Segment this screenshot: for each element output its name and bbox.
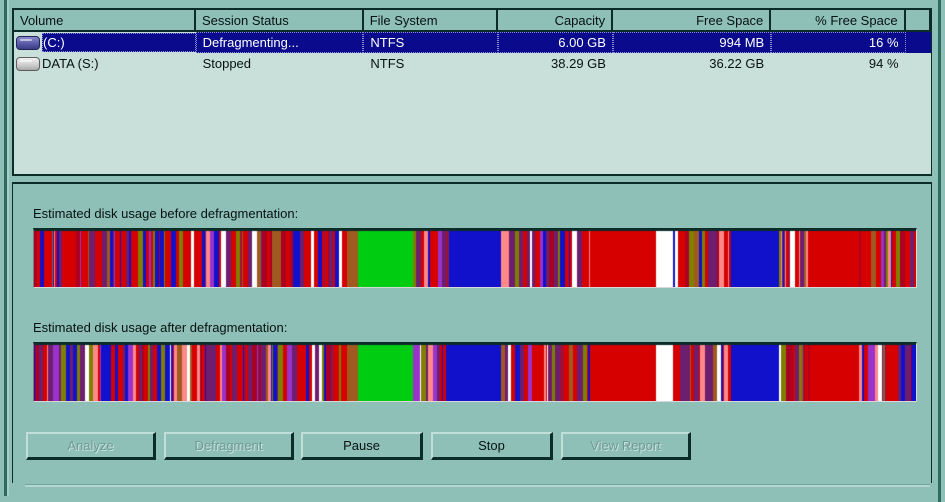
button-label: View Report (590, 438, 661, 453)
analyze-button: Analyze (26, 432, 156, 460)
column-header-label: File System (369, 12, 438, 28)
column-header-label: Capacity (554, 12, 606, 28)
cell-file-system: NTFS (370, 56, 405, 71)
button-label: Defragment (194, 438, 263, 453)
column-header-label: Session Status (202, 12, 289, 28)
volume-list-header: Volume Session Status File System Capacity F… (14, 10, 931, 32)
column-header-volume[interactable]: Volume (14, 10, 196, 30)
before-usage-label: Estimated disk usage before defragmentat… (33, 206, 299, 221)
stop-button[interactable]: Stop (431, 432, 553, 460)
cell-volume: (C:) (14, 32, 196, 53)
cell-volume-label: (C:) (42, 33, 196, 52)
volume-list-panel: Volume Session Status File System Capacity F… (12, 8, 932, 176)
before-usage-bar (33, 228, 917, 288)
after-usage-bar (33, 342, 917, 402)
column-header-label: Volume (20, 12, 64, 28)
window-left-highlight (7, 0, 9, 502)
column-header-file-system[interactable]: File System (363, 10, 498, 30)
column-header-session-status[interactable]: Session Status (196, 10, 364, 30)
hard-drive-icon-gray (16, 56, 40, 71)
cell-percent-free-space: 94 % (868, 56, 899, 71)
view-report-button: View Report (561, 432, 691, 460)
button-label: Analyze (67, 438, 114, 453)
disk-defragmenter-window: Volume Session Status File System Capacity F… (0, 0, 945, 502)
cell-percent-free-space: 16 % (771, 32, 906, 53)
defragment-button: Defragment (164, 432, 294, 460)
button-label: Pause (343, 438, 380, 453)
table-row[interactable]: (C:) Defragmenting... NTFS 6.00 GB 994 MB 16 … (14, 32, 932, 53)
cell-spacer (906, 53, 931, 74)
cell-free-space: 994 MB (612, 32, 772, 53)
volume-list-rows[interactable]: (C:) Defragmenting... NTFS 6.00 GB 994 MB 16 … (14, 32, 932, 74)
defrag-display-panel: Estimated disk usage before defragmentat… (12, 182, 932, 483)
cell-free-space: 36.22 GB (709, 56, 765, 71)
window-bottom-edge (0, 496, 945, 502)
hard-drive-icon-blue (16, 35, 40, 50)
cell-capacity: 6.00 GB (497, 32, 613, 53)
column-header-free-space[interactable]: % Free Space (771, 10, 906, 30)
cell-session-status: Defragmenting... (195, 32, 364, 53)
table-row[interactable]: DATA (S:) Stopped NTFS 38.29 GB 36.22 GB 94 % (14, 53, 931, 74)
cell-spacer (905, 32, 932, 53)
status-bar-separator (25, 485, 930, 487)
cell-session-status: Stopped (202, 56, 252, 71)
column-header-label: Free Space (696, 12, 764, 28)
cell-volume-label: DATA (S:) (42, 56, 99, 71)
after-usage-label: Estimated disk usage after defragmentati… (33, 320, 288, 335)
button-label: Stop (478, 438, 505, 453)
column-header-label: % Free Space (815, 12, 898, 28)
cell-volume: DATA (S:) (14, 53, 196, 74)
pause-button[interactable]: Pause (301, 432, 423, 460)
window-right-edge (941, 0, 945, 502)
column-header-capacity[interactable]: Capacity (497, 10, 614, 30)
column-header-spacer[interactable] (905, 10, 931, 30)
column-header-free-space[interactable]: Free Space (613, 10, 772, 30)
cell-capacity: 38.29 GB (551, 56, 606, 71)
cell-file-system: NTFS (363, 32, 498, 53)
